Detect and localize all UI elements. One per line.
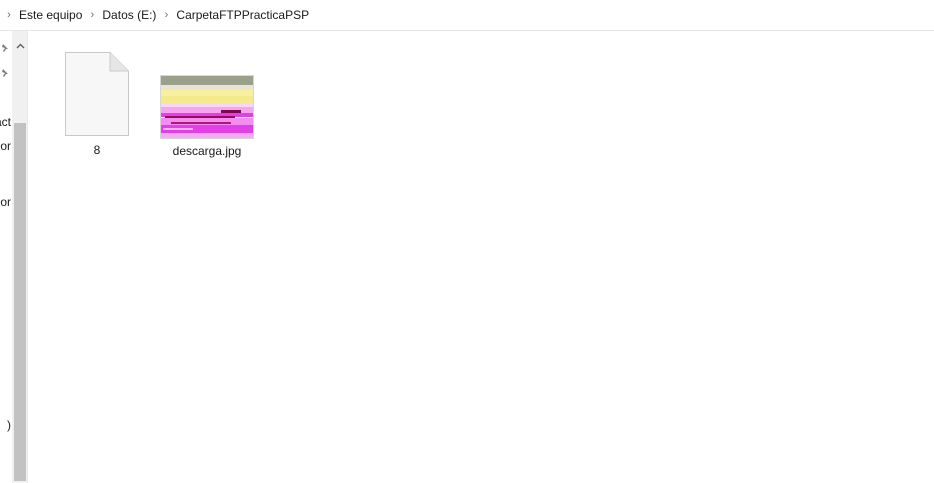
breadcrumb-item-carpeta[interactable]: CarpetaFTPPracticaPSP: [173, 8, 312, 22]
pin-icon[interactable]: [0, 43, 10, 53]
chevron-right-icon[interactable]: ›: [159, 9, 173, 21]
scroll-up-button[interactable]: [12, 39, 28, 53]
nav-scrollbar[interactable]: [12, 31, 28, 483]
image-thumbnail: [161, 76, 253, 138]
scroll-thumb[interactable]: [14, 123, 26, 481]
file-name: descarga.jpg: [172, 144, 242, 158]
chevron-right-icon[interactable]: ›: [85, 9, 99, 21]
blank-document-icon: [65, 52, 129, 136]
nav-item[interactable]: act: [0, 115, 11, 129]
chevron-up-icon: [16, 43, 24, 49]
nav-item[interactable]: or: [0, 195, 11, 209]
file-item[interactable]: descarga.jpg: [157, 47, 257, 159]
file-list: 8 descarga.jpg: [29, 31, 934, 483]
nav-item[interactable]: ): [7, 418, 11, 432]
breadcrumb-item-este-equipo[interactable]: Este equipo: [16, 8, 85, 22]
breadcrumb-item-datos[interactable]: Datos (E:): [99, 8, 159, 22]
file-name: 8: [93, 143, 101, 157]
chevron-right-icon[interactable]: ›: [2, 9, 16, 21]
file-item[interactable]: 8: [47, 47, 147, 159]
breadcrumb: › Este equipo › Datos (E:) › CarpetaFTPP…: [0, 0, 934, 31]
pin-icon[interactable]: [0, 68, 10, 78]
image-thumbnail-picture: [161, 76, 253, 138]
navigation-pane: act or or ): [0, 31, 12, 483]
file-explorer-window: › Este equipo › Datos (E:) › CarpetaFTPP…: [0, 0, 934, 483]
nav-item[interactable]: or: [0, 139, 11, 153]
